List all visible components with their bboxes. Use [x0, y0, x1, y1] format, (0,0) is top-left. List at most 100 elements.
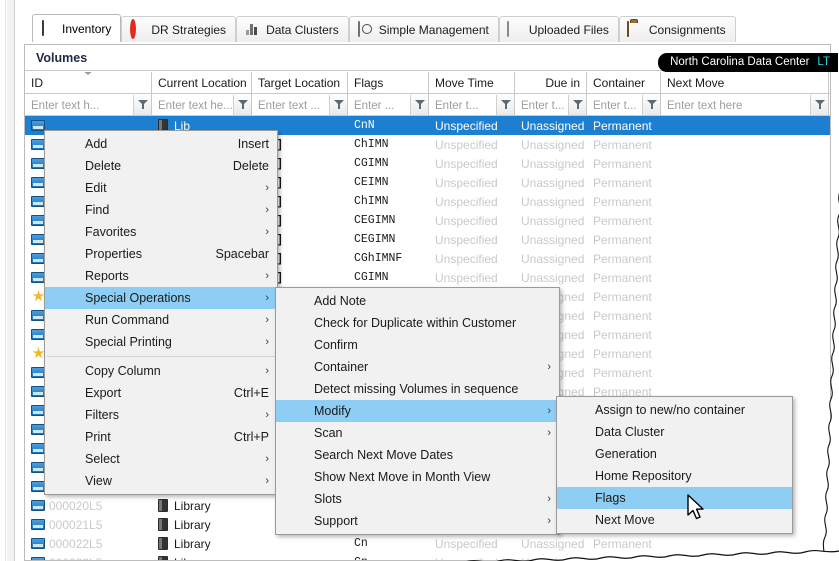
menu-item-find[interactable]: Find ›: [45, 199, 277, 221]
menu-item-properties[interactable]: Properties Spacebar: [45, 243, 277, 265]
cell-id-text: 000023L5: [49, 556, 102, 561]
filter-input[interactable]: Enter t...: [515, 94, 568, 115]
filter-funnel-icon[interactable]: [568, 94, 586, 115]
submenu-item-support[interactable]: Support ›: [276, 510, 559, 532]
grid-header-row[interactable]: ID Current Location Target Location Flags Mo…: [25, 72, 830, 94]
menu-item-select[interactable]: Select ›: [45, 448, 277, 470]
modify-item-next-move[interactable]: Next Move: [557, 509, 792, 531]
submenu-item-modify[interactable]: Modify ›: [276, 400, 559, 422]
cell-id: 000020L5: [25, 496, 152, 515]
cell-flags: CnN: [354, 119, 375, 132]
tab-consignments[interactable]: Consignments: [618, 16, 736, 42]
tab-uploaded-files[interactable]: Uploaded Files: [498, 16, 619, 42]
column-header-flags[interactable]: Flags: [348, 72, 429, 93]
menu-item-favorites[interactable]: Favorites ›: [45, 221, 277, 243]
column-header-next-move[interactable]: Next Move: [661, 72, 829, 93]
cell-move-time: Unspecified: [435, 175, 498, 190]
cartridge-icon: [31, 234, 45, 245]
menu-item-special-operations[interactable]: Special Operations ›: [45, 287, 277, 309]
filter-cell-flags[interactable]: Enter ...: [348, 94, 429, 115]
filter-funnel-icon[interactable]: [329, 94, 347, 115]
menu-item-print[interactable]: Print Ctrl+P: [45, 426, 277, 448]
table-row[interactable]: 000022L5 Library Cn Unspecified Unassigned Pe…: [25, 534, 830, 553]
menu-item-special-printing[interactable]: Special Printing ›: [45, 331, 277, 353]
tab-data-clusters[interactable]: Data Clusters: [236, 16, 349, 42]
cartridge-icon: [31, 120, 45, 131]
tab-label: Inventory: [62, 21, 112, 36]
submenu-item-detect-missing-volumes-in-sequence[interactable]: Detect missing Volumes in sequence: [276, 378, 559, 400]
filter-funnel-icon[interactable]: [810, 94, 828, 115]
cell-desc: Data: [829, 154, 830, 173]
menu-item-copy-column[interactable]: Copy Column ›: [45, 360, 277, 382]
modify-item-home-repository[interactable]: Home Repository: [557, 465, 792, 487]
filter-cell-current-location[interactable]: Enter text he...: [152, 94, 252, 115]
filter-funnel-icon[interactable]: [496, 94, 514, 115]
menu-item-label: Scan: [314, 426, 343, 440]
column-header-current-location[interactable]: Current Location: [152, 72, 252, 93]
filter-input[interactable]: Enter text here: [661, 94, 810, 115]
cell-desc: Data: [829, 192, 830, 211]
menu-item-accelerator: Insert: [237, 137, 269, 151]
filter-input[interactable]: Enter text he...: [152, 94, 233, 115]
modify-item-generation[interactable]: Generation: [557, 443, 792, 465]
menu-item-run-command[interactable]: Run Command ›: [45, 309, 277, 331]
table-row[interactable]: 000023L5 Library CnUnspecifiedUnassignedPe…: [25, 553, 830, 560]
filter-input[interactable]: Enter text ...: [252, 94, 329, 115]
column-header-container[interactable]: Container: [587, 72, 661, 93]
cell-id: 000023L5: [25, 553, 152, 560]
column-header-id[interactable]: ID: [25, 72, 152, 93]
submenu-item-container[interactable]: Container ›: [276, 356, 559, 378]
column-header-move-time[interactable]: Move Time: [429, 72, 515, 93]
submenu-special-operations[interactable]: Add Note Check for Duplicate within Custo…: [275, 287, 560, 535]
menu-item-label: Copy Column: [85, 364, 161, 378]
menu-item-reports[interactable]: Reports ›: [45, 265, 277, 287]
filter-cell-next-move[interactable]: Enter text here: [661, 94, 829, 115]
filter-input[interactable]: Enter text h...: [25, 94, 133, 115]
submenu-item-scan[interactable]: Scan ›: [276, 422, 559, 444]
modify-item-flags[interactable]: Flags: [557, 487, 792, 509]
menu-item-add[interactable]: Add Insert: [45, 133, 277, 155]
submenu-item-check-for-duplicate-within-customer[interactable]: Check for Duplicate within Customer: [276, 312, 559, 334]
submenu-item-confirm[interactable]: Confirm: [276, 334, 559, 356]
menu-item-export[interactable]: Export Ctrl+E: [45, 382, 277, 404]
cell-desc: Data: [829, 211, 830, 230]
tab-simple-management[interactable]: Simple Management: [348, 16, 499, 42]
filter-funnel-icon[interactable]: [642, 94, 660, 115]
filter-input[interactable]: Enter ...: [348, 94, 410, 115]
filter-input[interactable]: Enter t...: [429, 94, 496, 115]
filter-cell-container[interactable]: Enter t...: [587, 94, 661, 115]
filter-cell-move-time[interactable]: Enter t...: [429, 94, 515, 115]
menu-item-label: Export: [85, 386, 122, 400]
context-menu[interactable]: Add Insert Delete Delete Edit › Find › Favorites…: [44, 130, 278, 495]
menu-item-delete[interactable]: Delete Delete: [45, 155, 277, 177]
filter-cell-due-in[interactable]: Enter t...: [515, 94, 587, 115]
submenu-item-show-next-move-in-month-view[interactable]: Show Next Move in Month View: [276, 466, 559, 488]
column-header-due-in[interactable]: Due in: [515, 72, 587, 93]
submenu-item-slots[interactable]: Slots ›: [276, 488, 559, 510]
filter-input[interactable]: Enter t...: [587, 94, 642, 115]
cell-current-location-text: Library: [174, 556, 211, 561]
filter-cell-target-location[interactable]: Enter text ...: [252, 94, 348, 115]
filter-funnel-icon[interactable]: [410, 94, 428, 115]
tab-dr-strategies[interactable]: DR Strategies: [121, 16, 237, 42]
submenu-item-add-note[interactable]: Add Note: [276, 290, 559, 312]
bar-chart-icon: [244, 22, 260, 38]
grid-filter-row[interactable]: Enter text h... Enter text he... Enter tex…: [25, 94, 830, 116]
filter-funnel-icon[interactable]: [233, 94, 251, 115]
menu-item-label: Delete: [85, 159, 122, 173]
column-header-target-location[interactable]: Target Location: [252, 72, 348, 93]
filter-input[interactable]: Ente: [829, 94, 830, 115]
filter-funnel-icon[interactable]: [133, 94, 151, 115]
menu-item-filters[interactable]: Filters ›: [45, 404, 277, 426]
column-header-desc[interactable]: Desc: [829, 72, 830, 93]
filter-cell-desc[interactable]: Ente: [829, 94, 830, 115]
submenu-modify[interactable]: Assign to new/no container Data Cluster Ge…: [556, 396, 793, 534]
submenu-item-search-next-move-dates[interactable]: Search Next Move Dates: [276, 444, 559, 466]
menu-item-view[interactable]: View ›: [45, 470, 277, 492]
cell-due-in: Unassigned: [521, 251, 585, 266]
menu-item-edit[interactable]: Edit ›: [45, 177, 277, 199]
tab-inventory[interactable]: Inventory: [32, 14, 122, 42]
filter-cell-id[interactable]: Enter text h...: [25, 94, 152, 115]
modify-item-assign-to-new-no-container[interactable]: Assign to new/no container: [557, 399, 792, 421]
modify-item-data-cluster[interactable]: Data Cluster: [557, 421, 792, 443]
